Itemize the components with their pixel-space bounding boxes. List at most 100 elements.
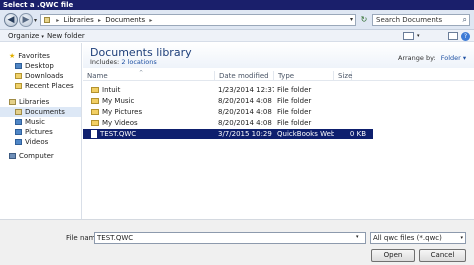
chevron-down-icon: ▾ xyxy=(462,54,467,62)
documents-icon xyxy=(15,109,22,115)
table-row[interactable]: My Pictures 8/20/2014 4:08 PM File folde… xyxy=(83,107,373,117)
includes-locations-link[interactable]: 2 locations xyxy=(121,58,156,66)
folder-icon xyxy=(91,87,99,93)
column-header-size[interactable]: Size xyxy=(334,71,352,81)
file-name-cell: My Music xyxy=(91,96,211,106)
change-view-icon[interactable] xyxy=(403,32,414,40)
column-header-name[interactable]: Name ^ xyxy=(83,70,215,81)
file-date: 8/20/2014 4:08 PM xyxy=(218,108,274,116)
breadcrumb-separator[interactable]: ▸ xyxy=(96,17,103,24)
table-row[interactable]: My Music 8/20/2014 4:08 PM File folder xyxy=(83,96,373,106)
sidebar-item-label: Downloads xyxy=(25,72,64,80)
open-button[interactable]: Open xyxy=(371,249,415,262)
sidebar-item-desktop[interactable]: Desktop xyxy=(0,61,81,71)
breadcrumb-separator[interactable]: ▸ xyxy=(147,17,154,24)
file-date: 8/20/2014 4:08 PM xyxy=(218,119,274,127)
videos-icon xyxy=(15,139,22,145)
column-header-date-modified[interactable]: Date modified xyxy=(215,71,274,81)
forward-button[interactable]: ▶ xyxy=(19,13,33,27)
search-input[interactable]: Search Documents ⌕ xyxy=(372,14,470,26)
sidebar-item-favorites[interactable]: ★ Favorites xyxy=(0,51,81,61)
file-type: File folder xyxy=(277,86,312,94)
sidebar-item-videos[interactable]: Videos xyxy=(0,137,81,147)
help-icon[interactable]: ? xyxy=(461,32,470,41)
downloads-icon xyxy=(15,73,22,79)
sidebar-item-downloads[interactable]: Downloads xyxy=(0,71,81,81)
libraries-icon xyxy=(44,17,50,23)
chevron-down-icon: ▾ xyxy=(41,34,44,40)
file-date: 3/7/2015 10:29 AM xyxy=(218,130,274,138)
organize-label: Organize xyxy=(8,32,40,40)
arrange-by-dropdown[interactable]: Folder ▾ xyxy=(441,54,466,62)
arrange-by-value: Folder xyxy=(440,54,461,62)
folder-icon xyxy=(91,109,99,115)
file-name-dropdown-icon[interactable]: ▾ xyxy=(356,234,359,240)
view-options-dropdown-icon[interactable]: ▾ xyxy=(417,30,420,42)
arrange-by-label: Arrange by: xyxy=(398,54,436,62)
file-type: File folder xyxy=(277,97,312,105)
file-type: QuickBooks Web Co... xyxy=(277,130,334,138)
qwc-file-icon xyxy=(91,130,97,138)
file-date: 8/20/2014 4:08 PM xyxy=(218,97,274,105)
cancel-button[interactable]: Cancel xyxy=(419,249,466,262)
new-folder-button[interactable]: New folder xyxy=(47,30,85,42)
file-size: 0 KB xyxy=(349,130,366,138)
sidebar-item-computer[interactable]: Computer xyxy=(0,151,81,161)
sidebar-item-label: Computer xyxy=(19,152,54,160)
address-bar[interactable]: ▸ Libraries ▸ Documents ▸ ▾ xyxy=(40,14,356,26)
sidebar-item-label: Pictures xyxy=(25,128,53,136)
library-includes: Includes: 2 locations xyxy=(90,58,157,66)
refresh-button[interactable]: ↻ xyxy=(359,14,369,26)
search-placeholder: Search Documents xyxy=(376,16,443,24)
sidebar-item-music[interactable]: Music xyxy=(0,117,81,127)
folder-icon xyxy=(91,98,99,104)
sidebar-item-label: Videos xyxy=(25,138,49,146)
sidebar-item-libraries[interactable]: Libraries xyxy=(0,97,81,107)
libraries-icon xyxy=(9,99,16,105)
folder-icon xyxy=(91,120,99,126)
column-header-type[interactable]: Type xyxy=(274,71,334,81)
window-title: Select a .QWC file xyxy=(3,1,74,9)
file-size xyxy=(337,85,369,95)
table-row[interactable]: My Videos 8/20/2014 4:08 PM File folder xyxy=(83,118,373,128)
address-dropdown-icon[interactable]: ▾ xyxy=(350,15,353,25)
sidebar-item-pictures[interactable]: Pictures xyxy=(0,127,81,137)
file-name: TEST.QWC xyxy=(100,130,137,138)
file-name-cell: My Videos xyxy=(91,118,211,128)
includes-label: Includes: xyxy=(90,58,120,66)
sort-ascending-icon: ^ xyxy=(139,70,144,76)
arrange-by: Arrange by: Folder ▾ xyxy=(398,54,466,62)
file-type-filter-select[interactable]: All qwc files (*.qwc) ▾ xyxy=(370,232,466,244)
column-header-row: Name ^ Date modified Type Size xyxy=(83,70,474,81)
search-icon[interactable]: ⌕ xyxy=(463,15,467,25)
file-name-cell: TEST.QWC xyxy=(91,129,211,139)
organize-button[interactable]: Organize ▾ xyxy=(8,30,44,42)
sidebar-item-label: Recent Places xyxy=(25,82,74,90)
file-dialog: Select a .QWC file ◀ ▶ ▾ ▸ Libraries ▸ D… xyxy=(0,0,474,265)
chevron-down-icon: ▾ xyxy=(460,235,463,241)
navigation-bar: ◀ ▶ ▾ ▸ Libraries ▸ Documents ▸ ▾ ↻ Sear… xyxy=(0,10,474,30)
file-name-input[interactable] xyxy=(94,232,366,244)
table-row-selected[interactable]: TEST.QWC 3/7/2015 10:29 AM QuickBooks We… xyxy=(83,129,373,139)
sidebar-item-label: Desktop xyxy=(25,62,54,70)
library-header: Documents library Includes: 2 locations … xyxy=(83,43,474,68)
table-row[interactable]: Intuit 1/23/2014 12:37 PM File folder xyxy=(83,85,373,95)
file-list-pane: Documents library Includes: 2 locations … xyxy=(83,43,474,219)
pictures-icon xyxy=(15,129,22,135)
breadcrumb-documents[interactable]: Documents xyxy=(105,16,145,24)
sidebar-item-label: Favorites xyxy=(18,52,50,60)
recent-places-icon xyxy=(15,83,22,89)
sidebar-item-recent-places[interactable]: Recent Places xyxy=(0,81,81,91)
file-size xyxy=(337,96,369,106)
breadcrumb-libraries[interactable]: Libraries xyxy=(63,16,93,24)
back-button[interactable]: ◀ xyxy=(4,13,18,27)
file-type: File folder xyxy=(277,108,312,116)
sidebar-item-label: Documents xyxy=(25,108,65,116)
preview-pane-icon[interactable] xyxy=(448,32,458,40)
sidebar-item-documents[interactable]: Documents xyxy=(0,107,81,117)
file-name-cell: Intuit xyxy=(91,85,211,95)
file-name: My Music xyxy=(102,97,135,105)
title-bar: Select a .QWC file xyxy=(0,0,474,10)
recent-locations-dropdown-icon[interactable]: ▾ xyxy=(34,17,37,24)
file-name: Intuit xyxy=(102,86,121,94)
